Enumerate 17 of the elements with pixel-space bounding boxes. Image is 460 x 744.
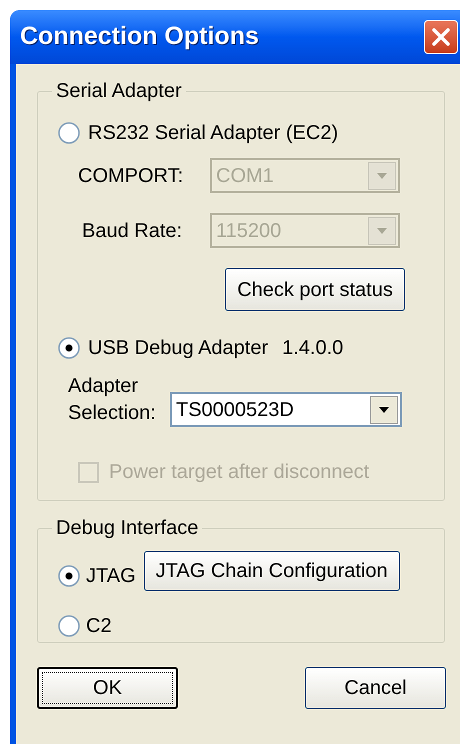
checkbox-label: Power target after disconnect (109, 460, 370, 485)
radio-label: JTAG (86, 564, 136, 589)
field-label: Baud Rate: (81, 218, 184, 244)
group-legend: Debug Interface (52, 513, 202, 543)
dropdown-field[interactable]: TS0000523D (170, 392, 402, 427)
radio-label: RS232 Serial Adapter (EC2) (88, 121, 338, 146)
radio-label: C2 (86, 614, 112, 639)
radio-label: USB Debug Adapter (88, 336, 268, 361)
group-legend: Serial Adapter (52, 76, 186, 106)
push-button[interactable]: JTAG Chain Configuration (144, 551, 400, 591)
version-text: 1.4.0.0 (282, 336, 344, 361)
push-button[interactable]: Check port status (225, 268, 405, 311)
field-label: Adapter Selection: (67, 374, 157, 426)
field-label: COMPORT: (77, 164, 184, 188)
push-button[interactable]: Cancel (305, 667, 446, 709)
push-button[interactable]: OK (37, 667, 178, 709)
window-title: Connection Options (20, 21, 259, 52)
